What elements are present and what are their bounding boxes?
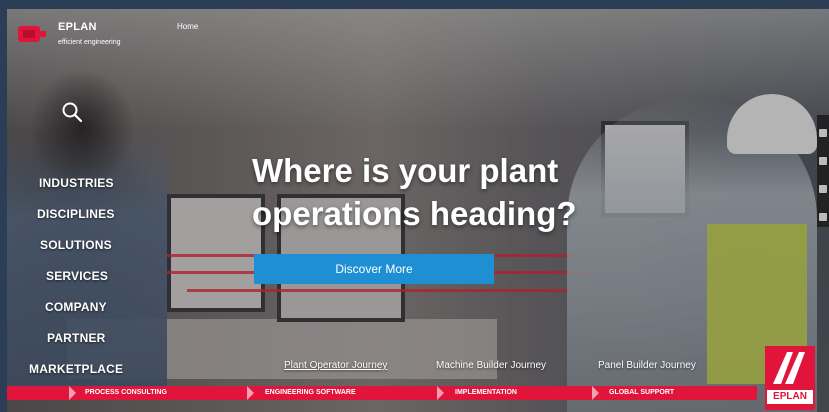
hero-title-line: operations heading? bbox=[252, 195, 577, 232]
contact-icon[interactable] bbox=[819, 185, 827, 193]
ribbon-item-global-support[interactable]: GLOBAL SUPPORT bbox=[609, 386, 674, 400]
journey-link-panel-builder[interactable]: Panel Builder Journey bbox=[598, 360, 696, 371]
ribbon-item-engineering-software[interactable]: ENGINEERING SOFTWARE bbox=[265, 386, 356, 400]
eplan-swoosh-icon bbox=[773, 352, 805, 384]
ribbon-chevron-icon bbox=[592, 386, 599, 400]
hero-title: Where is your plant operations heading? bbox=[252, 149, 672, 235]
hero-stage: EPLAN efficient engineering Home INDUSTR… bbox=[7, 9, 829, 412]
eplan-badge[interactable]: EPLAN bbox=[765, 346, 815, 410]
ribbon-chevron-icon bbox=[437, 386, 444, 400]
nav-item-partner[interactable]: PARTNER bbox=[47, 331, 106, 345]
window-top-bar bbox=[0, 0, 829, 9]
journey-link-plant-operator[interactable]: Plant Operator Journey bbox=[284, 360, 387, 371]
journey-link-machine-builder[interactable]: Machine Builder Journey bbox=[436, 360, 546, 371]
nav-item-marketplace[interactable]: MARKETPLACE bbox=[29, 362, 123, 376]
ribbon-chevron-icon bbox=[69, 386, 76, 400]
share-icon[interactable] bbox=[819, 129, 827, 137]
ribbon-chevron-icon bbox=[247, 386, 254, 400]
nav-item-solutions[interactable]: SOLUTIONS bbox=[40, 238, 112, 252]
brand-name: EPLAN bbox=[58, 21, 97, 33]
home-link[interactable]: Home bbox=[177, 22, 198, 31]
brand-tagline: efficient engineering bbox=[58, 39, 121, 46]
nav-item-services[interactable]: SERVICES bbox=[46, 269, 108, 283]
discover-more-button[interactable]: Discover More bbox=[254, 254, 494, 284]
ribbon-item-process-consulting[interactable]: PROCESS CONSULTING bbox=[85, 386, 167, 400]
nav-item-company[interactable]: COMPANY bbox=[45, 300, 107, 314]
social-tab-strip bbox=[817, 115, 829, 227]
chat-icon[interactable] bbox=[819, 213, 827, 221]
nav-item-disciplines[interactable]: DISCIPLINES bbox=[37, 207, 115, 221]
mail-icon[interactable] bbox=[819, 157, 827, 165]
nav-item-industries[interactable]: INDUSTRIES bbox=[39, 176, 114, 190]
services-ribbon: PROCESS CONSULTING ENGINEERING SOFTWARE … bbox=[7, 386, 757, 400]
eplan-logo-icon[interactable] bbox=[18, 23, 48, 45]
hero-title-line: Where is your plant bbox=[252, 152, 559, 189]
eplan-badge-word: EPLAN bbox=[767, 390, 813, 404]
search-icon[interactable] bbox=[61, 101, 83, 123]
window-left-bar bbox=[0, 0, 7, 412]
ribbon-item-implementation[interactable]: IMPLEMENTATION bbox=[455, 386, 517, 400]
